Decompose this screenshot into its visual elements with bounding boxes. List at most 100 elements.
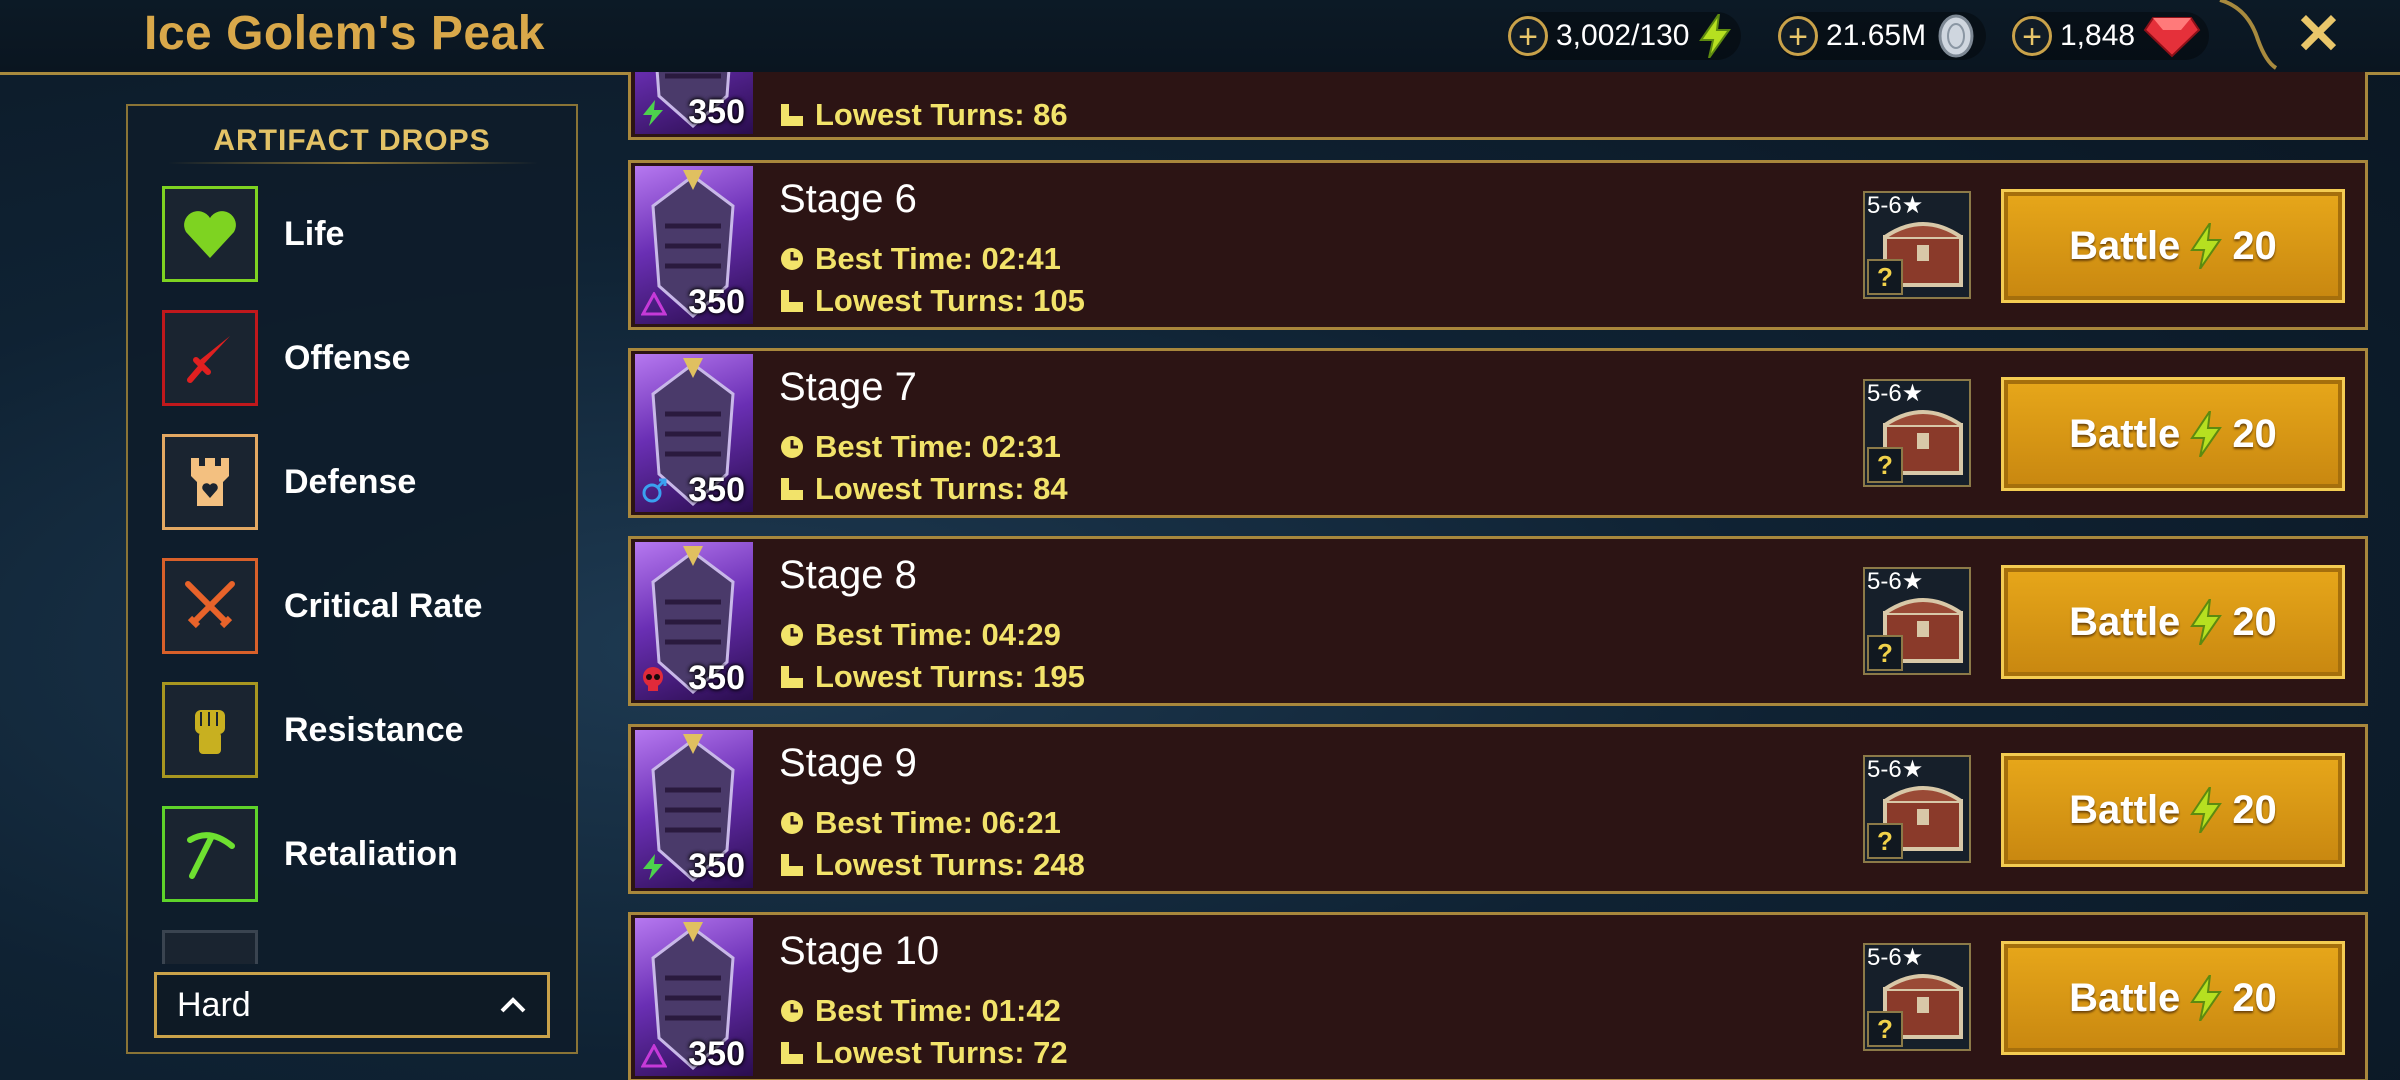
reward-chest[interactable]: 5-6★ ? [1863, 379, 1971, 487]
corner-ornament [2219, 0, 2278, 70]
page-title: Ice Golem's Peak [144, 7, 545, 60]
add-energy-button[interactable]: + [1508, 16, 1548, 56]
difficulty-value: Hard [177, 985, 251, 1024]
battle-cost: 20 [2232, 599, 2277, 644]
battle-label: Battle [2069, 223, 2181, 268]
drop-icon-box [162, 558, 258, 654]
magic-affinity-icon [641, 1044, 667, 1068]
drop-item-life[interactable]: Life [162, 184, 562, 284]
lowest-turns: Lowest Turns: 72 [779, 1035, 1068, 1071]
boss-portrait: 350 [635, 72, 753, 134]
stage-row[interactable]: 350 Stage 10 Best Time: 01:42 Lowest Tur… [628, 912, 2368, 1080]
reward-chest[interactable]: 5-6★ ? [1863, 755, 1971, 863]
steps-icon [781, 1042, 803, 1064]
spirit-affinity-icon [643, 100, 663, 126]
best-time: Best Time: 04:29 [779, 617, 1061, 653]
drop-item-partial [162, 928, 562, 964]
stage-list[interactable]: 350 Lowest Turns: 86 ? 350 Stage 6 Best … [628, 72, 2368, 1080]
drop-item-offense[interactable]: Offense [162, 308, 562, 408]
energy-icon [2190, 975, 2223, 1021]
stage-row[interactable]: 350 Stage 9 Best Time: 06:21 Lowest Turn… [628, 724, 2368, 894]
battle-label: Battle [2069, 599, 2181, 644]
lowest-turns: Lowest Turns: 195 [779, 659, 1085, 695]
battle-button[interactable]: Battle 20 [2001, 941, 2345, 1055]
battle-label: Battle [2069, 975, 2181, 1020]
magic-affinity-icon [641, 292, 667, 316]
best-time-value: Best Time: 02:41 [815, 241, 1061, 276]
reward-unknown: ? [1867, 259, 1903, 295]
drop-label: Resistance [284, 710, 464, 749]
drop-icon-box [162, 186, 258, 282]
best-time: Best Time: 01:42 [779, 993, 1061, 1029]
difficulty-select[interactable]: Hard [154, 972, 550, 1038]
lowest-turns: Lowest Turns: 86 [779, 97, 1068, 133]
battle-cost: 20 [2232, 975, 2277, 1020]
drop-item-retaliation[interactable]: Retaliation [162, 804, 562, 904]
reward-unknown: ? [1867, 635, 1903, 671]
add-silver-button[interactable]: + [1778, 16, 1818, 56]
drop-icon-box [162, 682, 258, 778]
stage-row[interactable]: 350 Stage 7 Best Time: 02:31 Lowest Turn… [628, 348, 2368, 518]
battle-cost: 20 [2232, 787, 2277, 832]
boss-portrait: 350 [635, 730, 753, 888]
stage-row-partial[interactable]: 350 Lowest Turns: 86 ? [628, 72, 2368, 140]
energy-icon [2190, 787, 2223, 833]
boss-portrait: 350 [635, 166, 753, 324]
steps-icon [781, 854, 803, 876]
clock-icon [781, 436, 803, 458]
drop-icon-box [162, 806, 258, 902]
best-time-value: Best Time: 02:31 [815, 429, 1061, 464]
artifact-drops-list[interactable]: Life Offense Defense Critical Rate Resis… [162, 184, 562, 964]
divider [168, 162, 538, 164]
stage-row[interactable]: 350 Stage 8 Best Time: 04:29 Lowest Turn… [628, 536, 2368, 706]
reward-chest[interactable]: 5-6★ ? [1863, 567, 1971, 675]
reward-chest[interactable]: 5-6★ ? [1863, 943, 1971, 1051]
drop-item-defense[interactable]: Defense [162, 432, 562, 532]
energy-counter[interactable]: + 3,002/130 [1508, 12, 1742, 60]
battle-button[interactable]: Battle 20 [2001, 565, 2345, 679]
stage-level: 350 [688, 93, 745, 131]
battle-button[interactable]: Battle 20 [2001, 753, 2345, 867]
battle-button[interactable]: Battle 20 [2001, 189, 2345, 303]
gem-icon [2143, 17, 2201, 58]
silver-value: 21.65M [1826, 19, 1927, 52]
drop-icon-box [162, 930, 258, 964]
drop-label: Defense [284, 462, 417, 501]
boss-portrait: 350 [635, 918, 753, 1076]
gem-counter[interactable]: + 1,848 [2012, 12, 2210, 60]
best-time-value: Best Time: 01:42 [815, 993, 1061, 1028]
silver-counter[interactable]: + 21.65M [1778, 12, 1987, 60]
reward-stars: 5-6★ [1867, 756, 1924, 783]
stage-level: 350 [688, 659, 745, 697]
reward-stars: 5-6★ [1867, 380, 1924, 407]
reward-unknown: ? [1867, 1011, 1903, 1047]
spirit-affinity-icon [643, 854, 663, 880]
fist-icon [195, 710, 225, 754]
lowest-turns-value: Lowest Turns: 195 [815, 659, 1085, 694]
steps-icon [781, 290, 803, 312]
clock-icon [781, 812, 803, 834]
battle-button[interactable]: Battle 20 [2001, 377, 2345, 491]
drop-label: Life [284, 214, 345, 253]
pickaxe-icon [187, 832, 235, 879]
energy-icon [2190, 599, 2223, 645]
energy-icon [2190, 223, 2223, 269]
battle-label: Battle [2069, 411, 2181, 456]
stage-name: Stage 10 [779, 929, 940, 973]
reward-stars: 5-6★ [1867, 192, 1924, 219]
close-button[interactable]: ✕ [2295, 4, 2342, 64]
stage-level: 350 [688, 283, 745, 321]
drop-item-critical-rate[interactable]: Critical Rate [162, 556, 562, 656]
battle-label: Battle [2069, 787, 2181, 832]
artifact-drops-panel: ARTIFACT DROPS Life Offense Defense Crit… [126, 104, 578, 1054]
drop-item-resistance[interactable]: Resistance [162, 680, 562, 780]
battle-cost: 20 [2232, 223, 2277, 268]
add-gem-button[interactable]: + [2012, 16, 2052, 56]
reward-chest[interactable]: 5-6★ ? [1863, 191, 1971, 299]
reward-unknown: ? [1867, 447, 1903, 483]
stage-row[interactable]: 350 Stage 6 Best Time: 02:41 Lowest Turn… [628, 160, 2368, 330]
steps-icon [781, 478, 803, 500]
void-affinity-icon [643, 667, 663, 691]
best-time: Best Time: 06:21 [779, 805, 1061, 841]
drop-label: Offense [284, 338, 411, 377]
